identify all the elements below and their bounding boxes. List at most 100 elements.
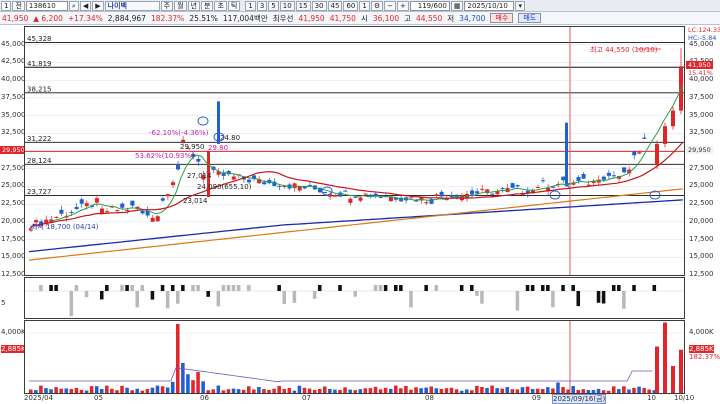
volume-bar — [49, 389, 53, 393]
volume-bar — [287, 388, 292, 393]
volume-bar — [348, 389, 352, 393]
turnover-rate: 25.51% — [189, 13, 218, 23]
volume-bar — [566, 389, 570, 393]
candle-body — [424, 202, 429, 204]
volume-bar — [277, 385, 281, 393]
osc-bar — [49, 285, 53, 291]
osc-bar — [652, 285, 657, 291]
signal-marker — [321, 186, 333, 196]
date-picker-icon[interactable]: ▦ — [450, 0, 464, 11]
volume-bar — [399, 388, 403, 393]
date-input[interactable]: 2025/10/10 — [464, 0, 515, 11]
calendar-icon[interactable]: ▾ — [515, 0, 525, 11]
candle-body — [561, 176, 566, 181]
date-tick-label: 10/10 — [674, 394, 695, 402]
volume-bar — [145, 389, 150, 393]
candle-body — [165, 194, 170, 197]
volume-bar — [459, 390, 464, 393]
volume-bar — [470, 390, 474, 393]
lc-label: LC:124.33 — [688, 26, 720, 34]
volume-bar — [464, 389, 469, 393]
volume-bar — [135, 388, 140, 393]
period-button[interactable]: 틱 — [227, 0, 241, 11]
stock-name: 나이벡 — [104, 0, 160, 11]
price-tick-label: 27,500 — [689, 163, 714, 172]
volume-bar — [99, 389, 104, 393]
market-dropdown[interactable]: 전 — [12, 0, 25, 11]
sell-button[interactable]: 매도 — [518, 13, 542, 23]
volume-bar — [414, 387, 418, 393]
price-tick-label: 35,000 — [689, 110, 714, 119]
osc-bar — [181, 285, 185, 291]
candle-body — [470, 190, 475, 195]
candle-body — [246, 179, 252, 183]
ask-price: 41,950 — [298, 13, 325, 23]
interval-button[interactable]: 1 — [245, 0, 256, 11]
price-annotation: 24,090(655.10) — [197, 183, 252, 191]
interval-button[interactable]: 3 — [256, 0, 268, 11]
search-icon[interactable]: ⌕ — [68, 0, 79, 11]
interval-button[interactable]: 45 — [327, 0, 343, 11]
price-tick-label: 25,000 — [1, 181, 26, 190]
zoom-out-icon[interactable]: − — [384, 0, 396, 11]
volume-bar — [617, 389, 621, 393]
osc-bar — [551, 291, 555, 308]
date-tick-label: 2025/09/16(금) — [552, 394, 607, 404]
date-tick-label: 10 — [647, 394, 656, 402]
low-price: 34,700 — [459, 13, 486, 23]
candle-body — [475, 191, 480, 194]
ma20-line — [28, 141, 684, 231]
zoom-in-icon[interactable]: + — [396, 0, 409, 11]
period-button[interactable]: 주 — [160, 0, 174, 11]
osc-bar — [150, 291, 155, 300]
settings-icon[interactable]: ⚙ — [370, 0, 384, 11]
interval-button[interactable]: 15 — [295, 0, 311, 11]
osc-bar — [601, 291, 606, 304]
volume-bar — [525, 386, 530, 393]
buy-button[interactable]: 매수 — [490, 13, 514, 23]
interval-button[interactable]: 60 — [343, 0, 359, 11]
price-tick-label: 32,500 — [1, 128, 26, 137]
interval-button[interactable]: 1 — [359, 0, 370, 11]
price-chart-pane[interactable]: 45,328 41,819 38,215 31,222 28,124 23,727 최고 4… — [24, 26, 685, 276]
osc-bar — [292, 291, 297, 303]
candle-body — [358, 197, 363, 201]
volume-bar — [581, 389, 586, 393]
next-stock-icon[interactable]: ▶ — [92, 0, 104, 11]
volume-bar — [231, 388, 236, 393]
volume-bar — [622, 386, 626, 393]
period-button[interactable]: 년 — [187, 0, 200, 11]
price-tick-label: 42,500 — [1, 57, 26, 66]
candle-body — [353, 196, 358, 198]
volume-pane[interactable] — [24, 320, 685, 394]
osc-bar — [54, 285, 58, 291]
osc-bar — [105, 285, 109, 291]
volume-bar — [490, 385, 494, 393]
low-annotation: 최저 18,700 (04/14) — [31, 222, 99, 231]
interval-button[interactable]: 5 — [268, 0, 279, 11]
volume-bar — [561, 387, 565, 393]
period-button[interactable]: 월 — [174, 0, 187, 11]
high-price: 44,550 — [416, 13, 443, 23]
level-label: 38,215 — [27, 85, 52, 93]
volume-bar — [495, 388, 499, 393]
candle-body — [449, 194, 454, 197]
interval-button[interactable]: 10 — [279, 0, 295, 11]
level-label: 41,819 — [27, 60, 52, 68]
prev-stock-icon[interactable]: ◀ — [79, 0, 92, 11]
candle-body — [115, 210, 120, 212]
volume-tick-label: 2,885K — [1, 344, 26, 353]
volume-ma-line — [29, 367, 653, 383]
osc-bar — [277, 285, 281, 291]
tab-toggle[interactable]: 1 — [1, 0, 12, 11]
stock-code-input[interactable]: 138610 — [25, 0, 68, 11]
volume-bar — [439, 388, 444, 393]
period-button[interactable]: 초 — [214, 0, 227, 11]
period-button[interactable]: 분 — [200, 0, 214, 11]
osc-bar — [140, 285, 145, 291]
volume-bar — [449, 387, 454, 393]
oscillator-pane[interactable] — [24, 277, 685, 319]
osc-bar — [399, 285, 403, 291]
interval-button[interactable]: 30 — [311, 0, 327, 11]
volume-bar — [226, 389, 231, 393]
